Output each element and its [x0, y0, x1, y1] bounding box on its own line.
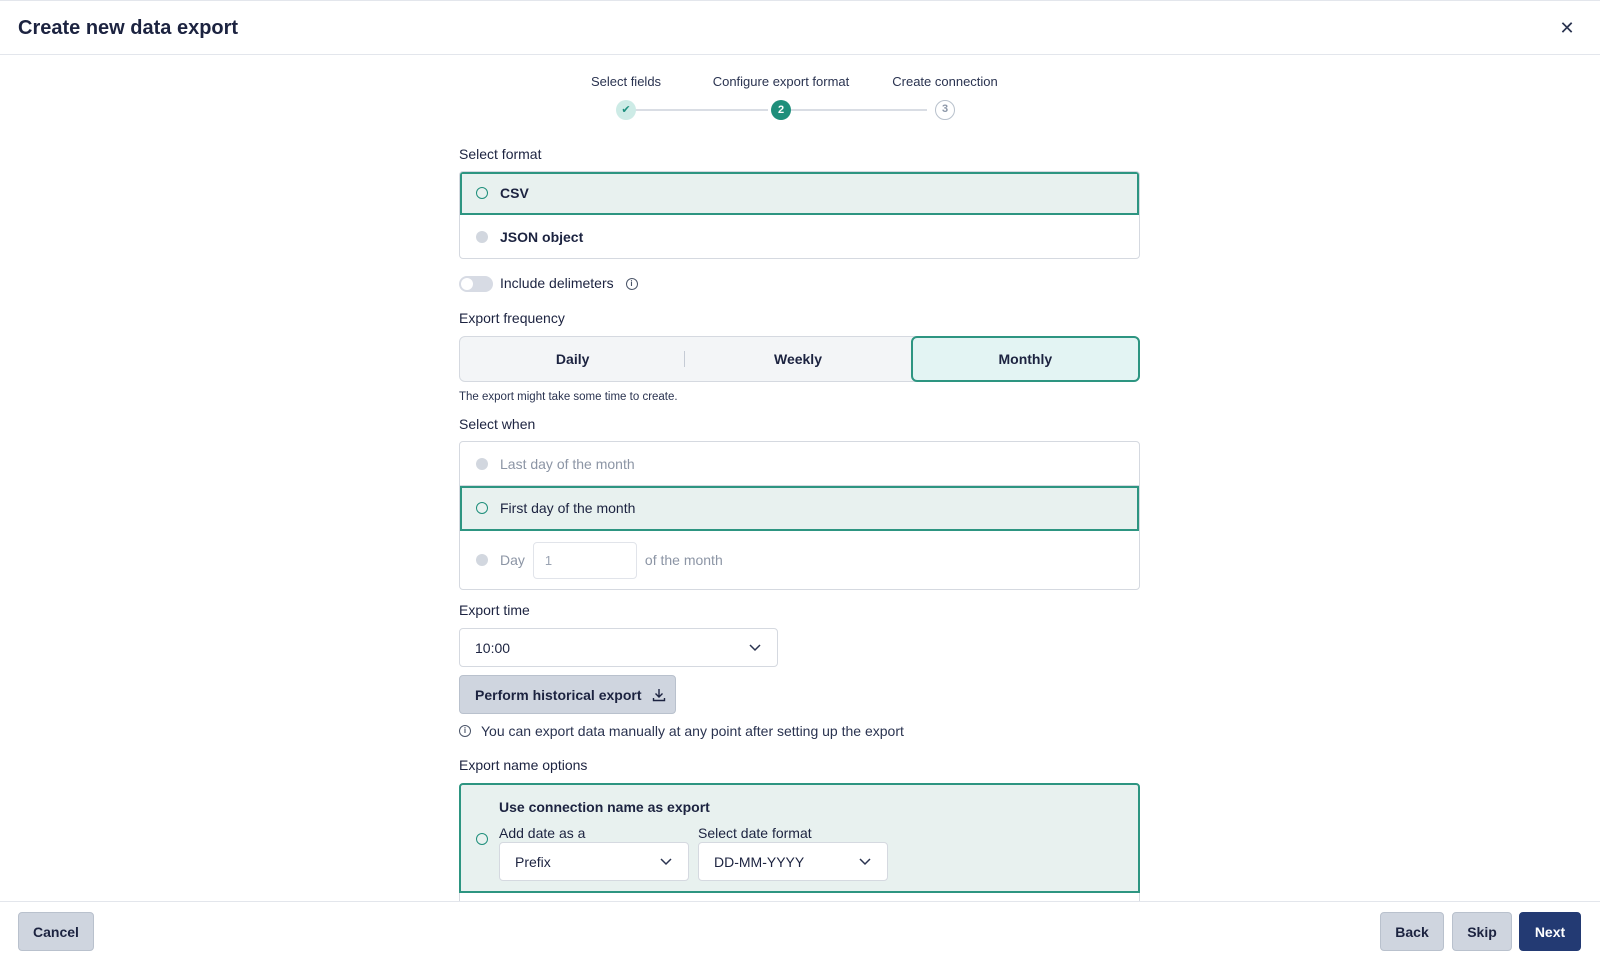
next-name-option-edge: [459, 893, 1140, 901]
date-format-select[interactable]: DD-MM-YYYY: [698, 842, 888, 881]
frequency-daily[interactable]: Daily: [460, 337, 686, 381]
select-when-label: Select when: [459, 416, 536, 432]
radio-unselected-icon: [476, 457, 488, 470]
day-number-input[interactable]: 1: [532, 541, 637, 579]
frequency-segmented-control: Daily Weekly Monthly: [459, 336, 1140, 382]
select-format-label: Select format: [459, 146, 542, 162]
historical-export-note: i You can export data manually at any po…: [459, 723, 904, 739]
radio-unselected-icon: [476, 230, 488, 243]
radio-selected-icon: [476, 833, 488, 845]
include-delimiters-toggle[interactable]: [459, 276, 493, 292]
name-option-connection-name[interactable]: Use connection name as export Add date a…: [459, 783, 1140, 893]
step-connector: [623, 109, 768, 111]
when-option-day-of-month[interactable]: Day 1 of the month: [460, 531, 1139, 589]
step-label-configure-format: Configure export format: [712, 74, 850, 89]
step-connector: [776, 109, 927, 111]
select-when-radio-group: Last day of the month First day of the m…: [459, 441, 1140, 590]
dialog-header: Create new data export ✕: [0, 0, 1600, 55]
date-format-value: DD-MM-YYYY: [714, 853, 805, 870]
when-option-label: First day of the month: [500, 500, 636, 516]
next-button[interactable]: Next: [1519, 912, 1581, 951]
historical-note-text: You can export data manually at any poin…: [481, 723, 904, 739]
date-format-label: Select date format: [698, 825, 812, 841]
include-delimiters-label: Include delimeters i: [500, 275, 638, 291]
step-todo-marker[interactable]: 3: [935, 100, 955, 120]
skip-button[interactable]: Skip: [1452, 912, 1512, 951]
export-name-options-label: Export name options: [459, 757, 588, 773]
historical-export-label: Perform historical export: [475, 686, 642, 703]
export-frequency-label: Export frequency: [459, 310, 565, 326]
frequency-hint: The export might take some time to creat…: [459, 391, 678, 403]
step-active-marker[interactable]: 2: [771, 100, 791, 120]
back-button[interactable]: Back: [1380, 912, 1444, 951]
export-time-label: Export time: [459, 602, 530, 618]
frequency-weekly[interactable]: Weekly: [685, 337, 910, 381]
perform-historical-export-button[interactable]: Perform historical export: [459, 675, 676, 714]
cancel-button[interactable]: Cancel: [18, 912, 94, 951]
step-label-select-fields: Select fields: [590, 74, 662, 89]
format-option-csv[interactable]: CSV: [460, 172, 1139, 215]
info-icon[interactable]: i: [625, 278, 638, 291]
radio-unselected-icon: [476, 554, 488, 566]
export-time-value: 10:00: [475, 639, 511, 656]
day-prefix-label: Day: [500, 552, 525, 568]
when-option-label: Last day of the month: [500, 455, 635, 472]
when-option-first-day[interactable]: First day of the month: [460, 486, 1139, 531]
step-label-create-connection: Create connection: [892, 74, 998, 89]
when-option-last-day[interactable]: Last day of the month: [460, 442, 1139, 486]
format-option-json[interactable]: JSON object: [460, 215, 1139, 258]
download-icon: [652, 688, 665, 701]
add-date-position-value: Prefix: [515, 853, 551, 870]
stepper: Select fields ✔ Configure export format …: [590, 74, 1010, 124]
include-delimiters-text: Include delimeters: [500, 275, 614, 291]
format-option-label: CSV: [500, 185, 529, 201]
chevron-down-icon: [660, 858, 672, 866]
close-icon[interactable]: ✕: [1558, 19, 1576, 37]
dialog-title: Create new data export: [18, 17, 239, 39]
format-option-label: JSON object: [500, 228, 584, 245]
frequency-monthly[interactable]: Monthly: [910, 336, 1140, 382]
info-icon: i: [459, 725, 471, 737]
export-time-select[interactable]: 10:00: [459, 628, 778, 667]
add-date-label: Add date as a: [499, 825, 586, 841]
radio-selected-icon: [476, 187, 488, 199]
chevron-down-icon: [859, 858, 871, 866]
day-suffix-label: of the month: [644, 552, 723, 568]
dialog-footer: Cancel Back Skip Next: [0, 901, 1600, 960]
chevron-down-icon: [749, 644, 761, 652]
add-date-position-select[interactable]: Prefix: [499, 842, 689, 881]
step-done-check-icon[interactable]: ✔: [616, 100, 636, 120]
format-radio-group: CSV JSON object: [459, 171, 1140, 259]
radio-selected-icon: [476, 502, 488, 514]
name-option-title: Use connection name as export: [499, 799, 710, 815]
